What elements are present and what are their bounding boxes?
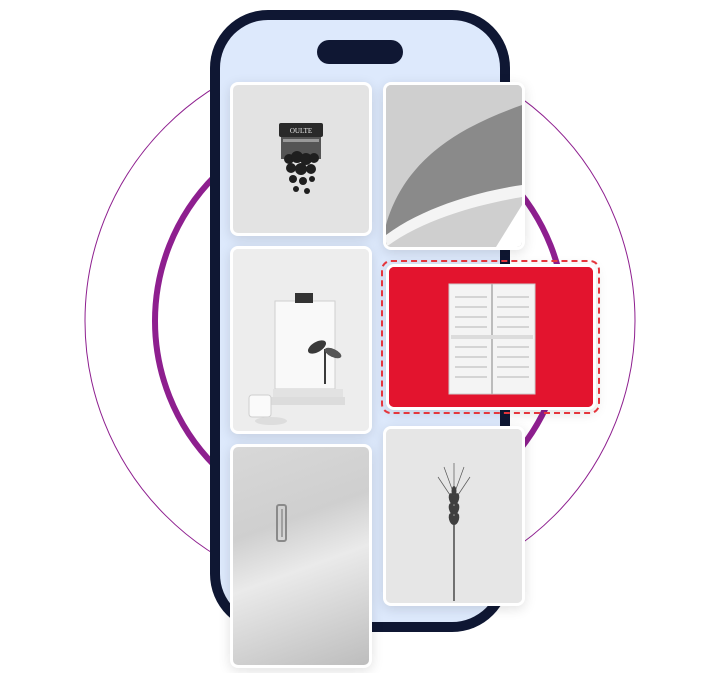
photo-tile-architecture[interactable] — [383, 82, 525, 250]
photo-tile-door[interactable] — [230, 444, 372, 668]
white-door-photo — [233, 447, 369, 665]
photo-tile-wheat[interactable] — [383, 426, 525, 606]
wheat-stalk-photo — [386, 429, 522, 603]
selection-dashed-frame — [381, 260, 600, 414]
phone-notch — [317, 40, 403, 64]
photo-tile-clipboard[interactable] — [230, 246, 372, 434]
photo-tile-hanging-plant[interactable]: OULTE — [230, 82, 372, 236]
architecture-curve-photo — [386, 85, 522, 247]
hanging-plant-photo: OULTE — [233, 85, 369, 233]
shop-sign-text: OULTE — [290, 127, 312, 135]
clipboard-still-life-photo — [233, 249, 369, 431]
